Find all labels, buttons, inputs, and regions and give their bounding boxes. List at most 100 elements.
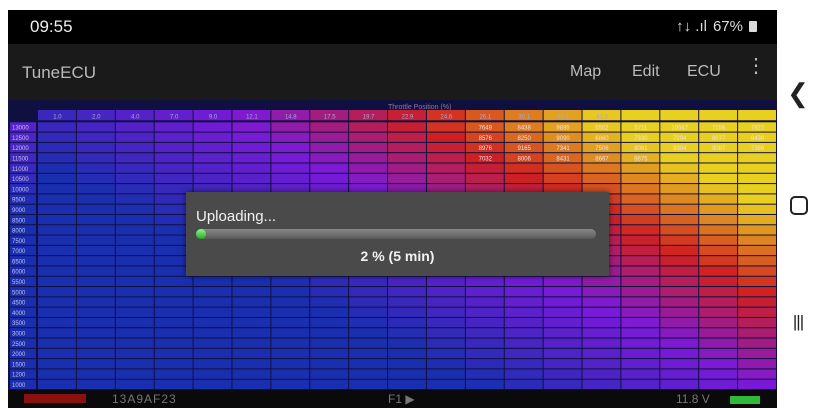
map-cell[interactable] [115,194,154,204]
map-cell[interactable] [38,122,76,132]
map-cell[interactable] [38,328,76,338]
map-cell[interactable] [543,287,582,297]
map-cell[interactable] [699,153,738,163]
map-cell[interactable] [738,245,776,256]
map-cell[interactable] [426,348,465,359]
map-cell[interactable] [115,142,154,153]
map-cell[interactable] [621,204,660,214]
map-cell[interactable] [310,297,349,307]
map-cell[interactable] [38,184,76,194]
map-cell[interactable] [38,173,76,184]
map-cell[interactable] [465,317,504,328]
map-cell[interactable] [310,153,349,163]
map-cell[interactable] [543,317,582,328]
map-cell[interactable] [465,338,504,348]
map-cell[interactable] [38,245,76,256]
map-cell[interactable] [193,287,232,297]
map-cell[interactable] [426,297,465,307]
map-cell[interactable] [738,338,776,348]
map-cell[interactable] [38,163,76,173]
map-cell[interactable] [582,287,621,297]
map-cell[interactable] [271,276,310,287]
map-cell[interactable] [154,369,193,379]
map-cell[interactable] [115,307,154,317]
map-cell[interactable] [38,194,76,204]
map-cell[interactable] [699,276,738,287]
map-cell[interactable] [76,194,115,204]
map-cell[interactable] [310,379,349,389]
map-cell[interactable] [738,153,776,163]
map-cell[interactable] [115,287,154,297]
map-cell[interactable] [76,328,115,338]
map-cell[interactable] [543,173,582,184]
map-cell[interactable] [38,276,76,287]
map-cell[interactable] [699,184,738,194]
map-cell[interactable] [660,348,699,359]
map-cell[interactable] [660,338,699,348]
map-cell[interactable] [465,328,504,338]
map-cell[interactable] [388,307,426,317]
map-cell[interactable] [543,297,582,307]
map-cell[interactable] [738,307,776,317]
map-cell[interactable] [582,173,621,184]
map-cell[interactable] [115,317,154,328]
map-cell[interactable] [349,338,388,348]
map-cell[interactable] [310,122,349,132]
map-cell[interactable] [621,369,660,379]
map-cell[interactable] [154,163,193,173]
map-cell[interactable] [582,369,621,379]
map-cell[interactable] [193,173,232,184]
map-cell[interactable] [271,173,310,184]
map-cell[interactable] [38,204,76,214]
map-cell[interactable] [738,173,776,184]
map-cell[interactable] [465,369,504,379]
map-cell[interactable] [388,369,426,379]
map-cell[interactable] [465,307,504,317]
map-cell[interactable] [699,256,738,266]
map-cell[interactable] [582,379,621,389]
map-cell[interactable] [388,132,426,142]
map-cell[interactable] [76,359,115,369]
map-cell[interactable] [582,307,621,317]
map-cell[interactable] [154,276,193,287]
map-cell[interactable] [115,348,154,359]
map-cell[interactable] [621,287,660,297]
map-cell[interactable] [76,307,115,317]
map-cell[interactable] [388,359,426,369]
map-cell[interactable] [621,235,660,245]
map-cell[interactable] [388,122,426,132]
map-cell[interactable] [193,307,232,317]
map-cell[interactable] [504,317,543,328]
map-cell[interactable] [154,297,193,307]
map-cell[interactable] [271,338,310,348]
map-cell[interactable] [465,276,504,287]
map-cell[interactable] [582,317,621,328]
map-cell[interactable] [76,163,115,173]
map-cell[interactable] [504,307,543,317]
map-cell[interactable] [76,204,115,214]
map-cell[interactable] [699,214,738,225]
map-cell[interactable] [699,266,738,276]
map-cell[interactable] [621,256,660,266]
map-cell[interactable] [349,328,388,338]
map-cell[interactable] [660,276,699,287]
map-cell[interactable] [38,153,76,163]
map-cell[interactable] [154,153,193,163]
map-cell[interactable] [232,379,271,389]
more-vert-icon[interactable]: ⋮ [746,56,766,76]
map-cell[interactable] [310,369,349,379]
map-cell[interactable] [154,122,193,132]
map-cell[interactable] [38,287,76,297]
map-cell[interactable] [232,163,271,173]
map-cell[interactable] [76,245,115,256]
map-cell[interactable] [699,307,738,317]
map-cell[interactable] [193,348,232,359]
map-cell[interactable] [232,328,271,338]
map-cell[interactable] [699,297,738,307]
map-cell[interactable] [271,369,310,379]
map-cell[interactable] [232,153,271,163]
map-cell[interactable] [738,276,776,287]
map-cell[interactable] [76,132,115,142]
map-cell[interactable] [699,225,738,235]
map-cell[interactable] [38,379,76,389]
